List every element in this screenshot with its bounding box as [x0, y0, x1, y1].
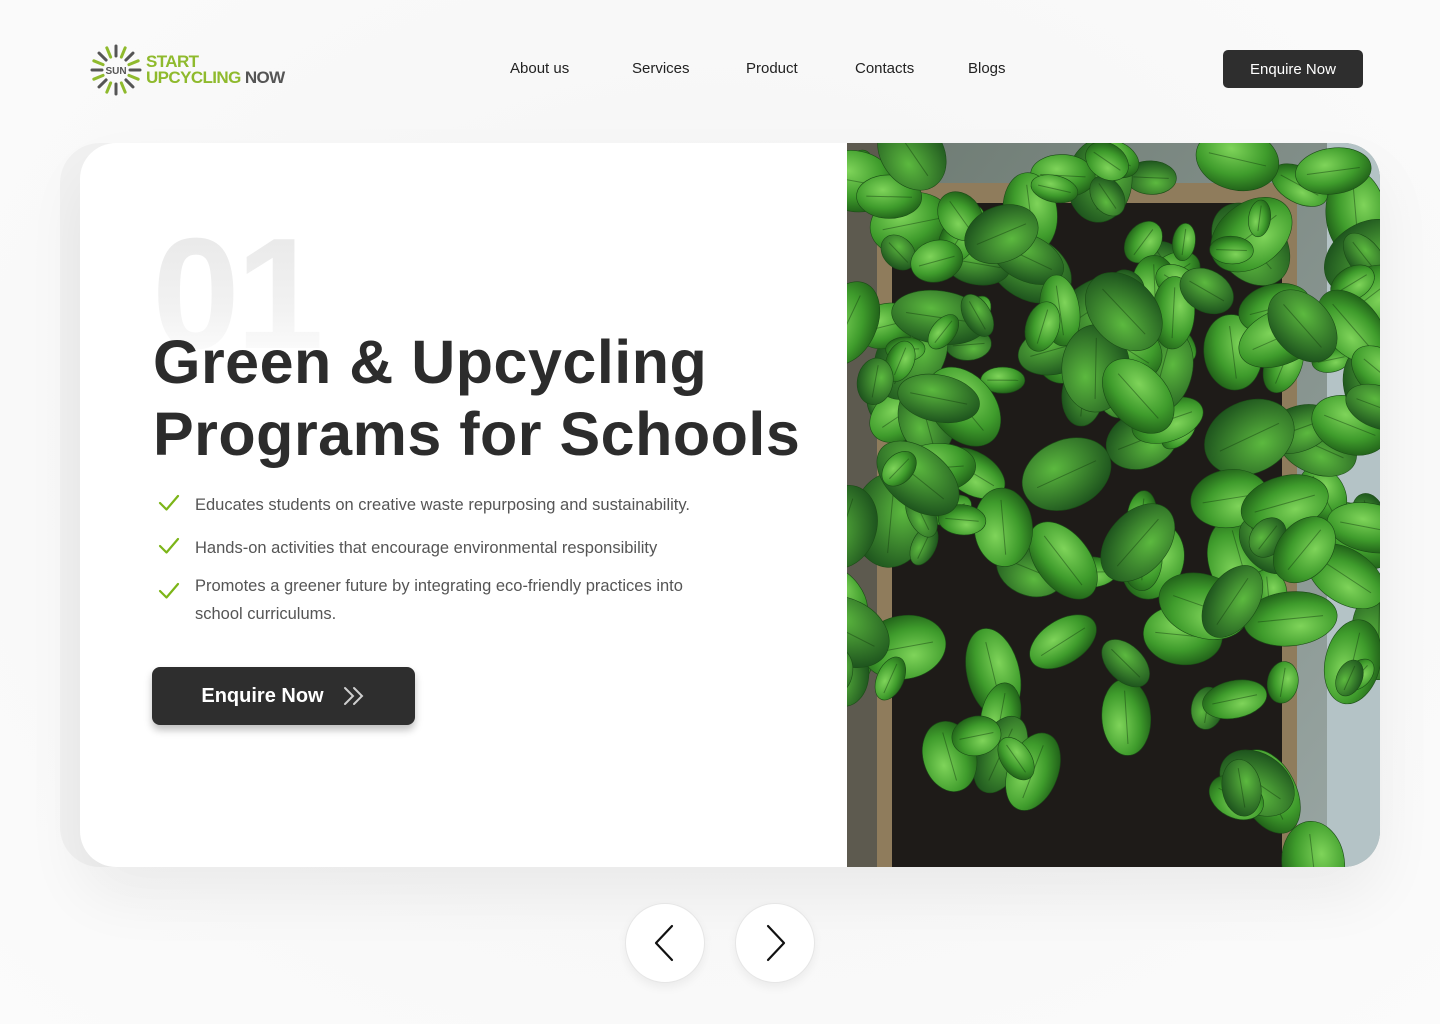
logo-line-2: UPCYCLING NOW	[146, 68, 285, 87]
check-icon	[158, 537, 180, 554]
logo-wordmark: START UPCYCLING NOW	[146, 53, 285, 87]
feature-text: Hands-on activities that encourage envir…	[195, 539, 658, 557]
logo-line-2a: UPCYCLING	[146, 68, 241, 87]
photo-illustration	[847, 143, 1380, 867]
logo-badge-text: SUN	[105, 66, 126, 77]
chevron-right-icon	[766, 924, 786, 962]
header-enquire-button[interactable]: Enquire Now	[1223, 50, 1363, 88]
chevron-left-icon	[654, 924, 674, 962]
hero-enquire-button[interactable]: Enquire Now	[152, 667, 415, 725]
nav-about-us[interactable]: About us	[510, 60, 569, 77]
next-slide-button[interactable]	[735, 903, 815, 983]
feature-item: Educates students on creative waste repu…	[158, 491, 690, 519]
check-icon	[158, 582, 180, 599]
feature-text: Promotes a greener future by integrating…	[195, 577, 683, 623]
nav-contacts[interactable]: Contacts	[855, 60, 914, 77]
nav-services[interactable]: Services	[632, 60, 690, 77]
basil-plants-photo	[847, 143, 1380, 867]
double-chevron-right-icon	[343, 687, 364, 705]
hero-enquire-label: Enquire Now	[201, 684, 324, 707]
site-header: SUN START UPCYCLING NOW About us Service…	[0, 0, 1440, 140]
sun-logo-icon: SUN	[90, 44, 142, 96]
brand-logo[interactable]: SUN START UPCYCLING NOW	[90, 42, 290, 98]
nav-blogs[interactable]: Blogs	[968, 60, 1006, 77]
check-icon	[158, 494, 180, 511]
nav-product[interactable]: Product	[746, 60, 798, 77]
feature-item: Promotes a greener future by integrating…	[158, 572, 718, 628]
logo-line-2b: NOW	[244, 68, 285, 87]
hero-slide-card: 01 Green & Upcycling Programs for School…	[80, 143, 1380, 867]
feature-text: Educates students on creative waste repu…	[195, 496, 690, 514]
feature-item: Hands-on activities that encourage envir…	[158, 534, 657, 562]
hero-title: Green & Upcycling Programs for Schools	[153, 328, 801, 468]
prev-slide-button[interactable]	[625, 903, 705, 983]
